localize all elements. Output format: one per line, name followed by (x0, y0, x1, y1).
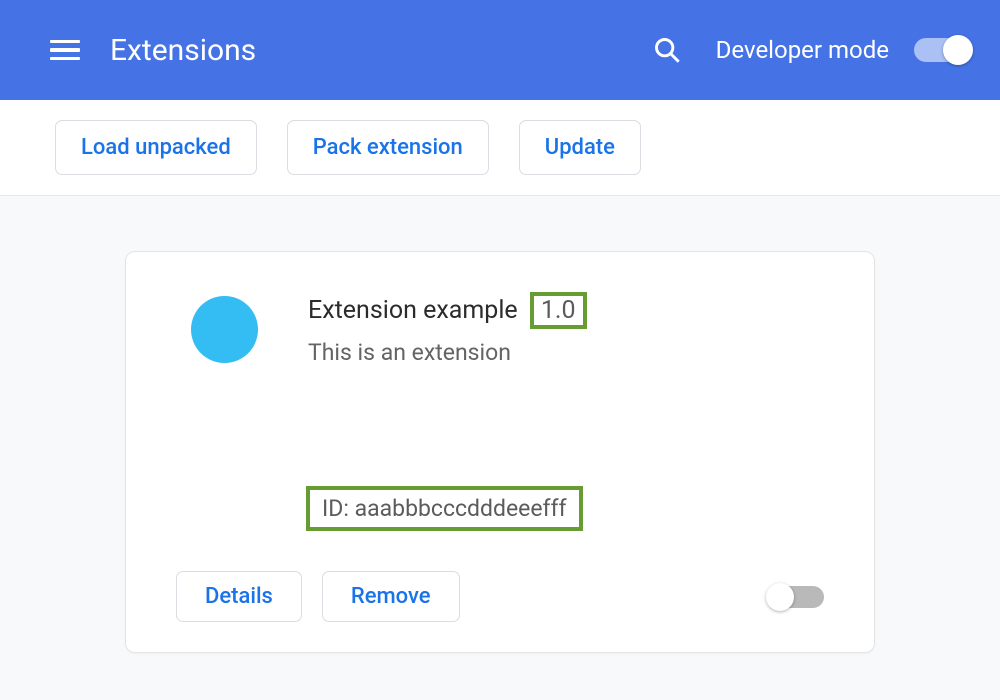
developer-toolbar: Load unpacked Pack extension Update (0, 100, 1000, 196)
menu-icon[interactable] (50, 40, 80, 61)
extension-id-label: ID: (322, 495, 349, 522)
details-button[interactable]: Details (176, 571, 302, 622)
remove-button[interactable]: Remove (322, 571, 460, 622)
header-bar: Extensions Developer mode (0, 0, 1000, 100)
toggle-knob (943, 35, 973, 65)
update-button[interactable]: Update (519, 120, 641, 175)
main-content: Extension example 1.0 This is an extensi… (0, 196, 1000, 700)
extension-id-highlight: ID: aaabbbcccdddeeefff (306, 486, 583, 531)
toggle-knob (766, 583, 794, 611)
extension-card-header: Extension example 1.0 This is an extensi… (176, 292, 824, 366)
extension-title-row: Extension example 1.0 (308, 292, 587, 329)
extension-id-row: ID: aaabbbcccdddeeefff (306, 486, 824, 531)
extension-card: Extension example 1.0 This is an extensi… (125, 251, 875, 653)
extension-id-value: aaabbbcccdddeeefff (355, 495, 567, 522)
extension-version-highlight: 1.0 (530, 292, 587, 329)
extension-name: Extension example (308, 296, 518, 325)
extension-actions: Details Remove (176, 571, 824, 622)
page-title: Extensions (110, 33, 653, 68)
pack-extension-button[interactable]: Pack extension (287, 120, 489, 175)
extension-enable-toggle[interactable] (769, 586, 824, 608)
developer-mode-toggle[interactable] (914, 38, 970, 62)
extension-description: This is an extension (308, 339, 587, 366)
load-unpacked-button[interactable]: Load unpacked (55, 120, 257, 175)
developer-mode-label: Developer mode (716, 36, 889, 64)
extension-info: Extension example 1.0 This is an extensi… (308, 292, 587, 366)
extension-icon (191, 296, 258, 363)
search-icon[interactable] (653, 36, 681, 64)
